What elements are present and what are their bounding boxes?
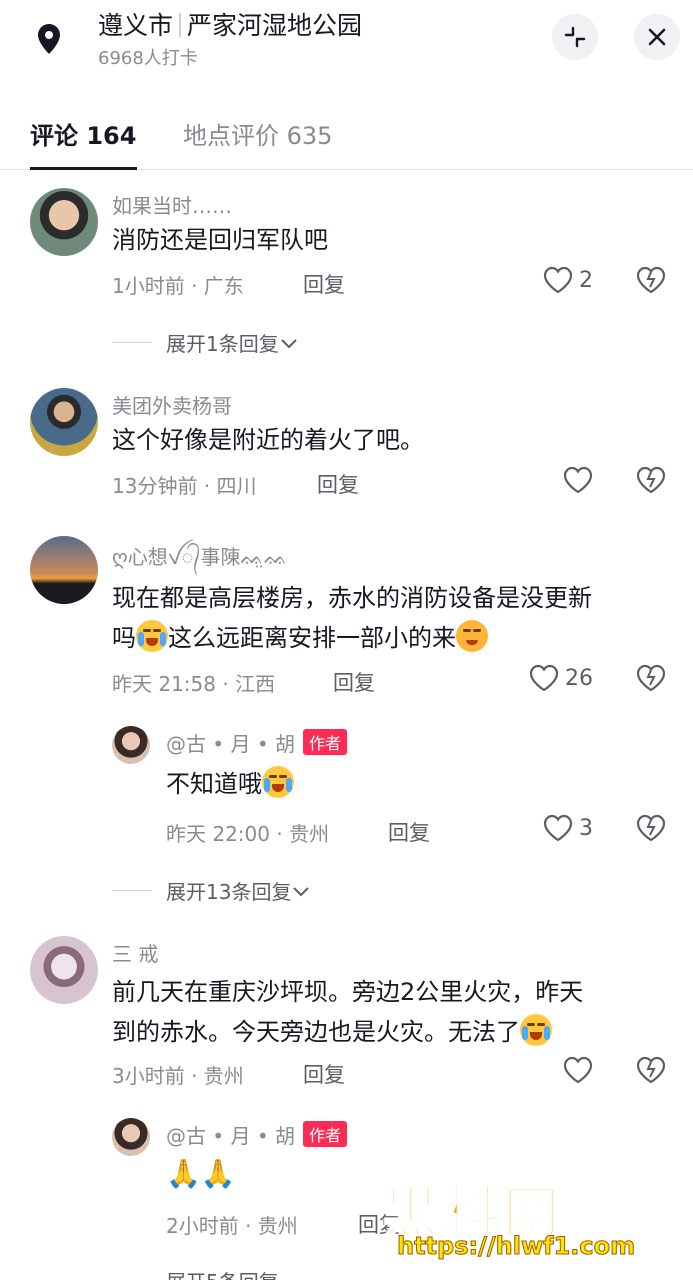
divider-line [112, 342, 152, 343]
reply-button[interactable]: 回复 [388, 817, 430, 847]
author-badge: 作者 [303, 1121, 348, 1147]
comment-username[interactable]: ღ心想ꪜ᭄事陳ᨐ̤ᨐ [112, 538, 288, 580]
expand-replies-button[interactable]: 展开5条回复 [112, 1266, 279, 1280]
reply-text: 不知道哦 [166, 764, 294, 804]
comment-time-location: 13分钟前 · 四川 [112, 474, 257, 498]
comment-item: 美团外卖杨哥 这个好像是附近的着火了吧。 13分钟前 · 四川 回复 [0, 380, 693, 510]
watermark: 黑料网 https://hlwf1.com [382, 1168, 683, 1268]
reply-username-text: @古 • 月 • 胡 [166, 732, 296, 756]
comment-text: 消防还是回归军队吧 [112, 226, 328, 254]
comment-text-part: 吗 [112, 624, 136, 652]
reply-button[interactable]: 回复 [303, 269, 345, 299]
crying-laughing-emoji-icon [262, 766, 294, 798]
comment-text: 这个好像是附近的着火了吧。 [112, 426, 424, 454]
chevron-down-icon [293, 886, 310, 896]
reply-avatar[interactable] [112, 726, 150, 764]
dislike-icon[interactable] [636, 664, 666, 692]
reply-username[interactable]: @古 • 月 • 胡作者 [166, 1120, 348, 1149]
tab-bar: 评论 164 地点评价 635 [0, 100, 693, 170]
like-button[interactable] [563, 1056, 593, 1084]
like-count: 2 [579, 267, 593, 293]
comment-username[interactable]: 美团外卖杨哥 [112, 390, 232, 419]
like-button[interactable]: 26 [529, 664, 593, 692]
reply-time-location: 2小时前 · 贵州 [166, 1214, 298, 1238]
comment-text-line1: 现在都是高层楼房，赤水的消防设备是没更新 [112, 584, 592, 612]
expand-replies-button[interactable]: 展开1条回复 [112, 328, 299, 357]
dislike-icon[interactable] [636, 1056, 666, 1084]
reply-text-part: 不知道哦 [166, 770, 262, 798]
heart-icon [563, 466, 593, 494]
comment-text-part: 这么远距离安排一部小的来 [168, 624, 456, 652]
comment-username[interactable]: 如果当时…… [112, 190, 232, 219]
reply-username[interactable]: @古 • 月 • 胡作者 [166, 728, 348, 757]
expand-replies-button[interactable]: 展开13条回复 [112, 876, 311, 905]
close-button[interactable] [634, 14, 680, 60]
comment-time-location: 昨天 21:58 · 江西 [112, 672, 276, 696]
place-name: 严家河湿地公园 [187, 11, 363, 40]
flushed-emoji-icon [456, 620, 488, 652]
crying-laughing-emoji-icon [136, 620, 168, 652]
chevron-down-icon [281, 338, 297, 348]
like-button[interactable]: 2 [543, 266, 593, 294]
tab-location-reviews[interactable]: 地点评价 635 [183, 116, 332, 151]
like-count: 26 [565, 665, 593, 691]
dislike-icon[interactable] [636, 266, 666, 294]
reply-text: 🙏🙏 [166, 1157, 236, 1190]
reply-time-location: 昨天 22:00 · 贵州 [166, 822, 330, 846]
minimize-button[interactable] [552, 14, 598, 60]
location-pin-icon [38, 24, 60, 54]
heart-icon [563, 1056, 593, 1084]
author-badge: 作者 [303, 729, 348, 755]
dislike-icon[interactable] [636, 814, 666, 842]
collapse-icon [564, 26, 586, 48]
like-button[interactable]: 3 [543, 814, 593, 842]
close-icon [648, 28, 666, 46]
tab-comments[interactable]: 评论 164 [30, 116, 136, 151]
heart-icon [543, 266, 573, 294]
expand-label: 展开1条回复 [166, 332, 279, 356]
crying-laughing-emoji-icon [520, 1014, 552, 1046]
like-button[interactable] [563, 466, 593, 494]
avatar[interactable] [30, 936, 98, 1004]
comment-text-part: 到的赤水。今天旁边也是火灾。无法了 [112, 1018, 520, 1046]
divider-line [112, 890, 152, 891]
city-name: 遵义市 [98, 11, 174, 40]
avatar[interactable] [30, 536, 98, 604]
comment-time-location: 1小时前 · 广东 [112, 274, 244, 298]
location-title[interactable]: 遵义市 严家河湿地公园 [98, 6, 362, 42]
comment-item: ღ心想ꪜ᭄事陳ᨐ̤ᨐ 现在都是高层楼房，赤水的消防设备是没更新 吗 这么远距离安排… [0, 530, 693, 910]
reply-username-text: @古 • 月 • 胡 [166, 1124, 296, 1148]
like-count: 3 [579, 815, 593, 841]
comment-item: 如果当时…… 消防还是回归军队吧 1小时前 · 广东 回复 2 展开1条回复 [0, 180, 693, 360]
dislike-icon[interactable] [636, 466, 666, 494]
heart-icon [529, 664, 559, 692]
comment-text-line2: 到的赤水。今天旁边也是火灾。无法了 [112, 1012, 552, 1052]
watermark-url: https://hlwf1.com [396, 1232, 636, 1261]
title-divider [179, 13, 182, 37]
expand-label: 展开5条回复 [166, 1266, 279, 1280]
reply-button[interactable]: 回复 [333, 667, 375, 697]
comment-time-location: 3小时前 · 贵州 [112, 1064, 244, 1088]
avatar[interactable] [30, 388, 98, 456]
reply-avatar[interactable] [112, 1118, 150, 1156]
reply-button[interactable]: 回复 [317, 469, 359, 499]
comment-username[interactable]: 三 戒 [112, 938, 158, 967]
active-tab-indicator [30, 167, 137, 170]
reply-button[interactable]: 回复 [303, 1059, 345, 1089]
checkin-count: 6968人打卡 [98, 48, 198, 69]
comment-text-line2: 吗 这么远距离安排一部小的来 [112, 618, 488, 658]
avatar[interactable] [30, 188, 98, 256]
location-header: 遵义市 严家河湿地公园 6968人打卡 [0, 0, 693, 80]
comment-text-line1: 前几天在重庆沙坪坝。旁边2公里火灾，昨天 [112, 978, 584, 1006]
expand-label: 展开13条回复 [166, 880, 292, 904]
heart-icon [543, 814, 573, 842]
